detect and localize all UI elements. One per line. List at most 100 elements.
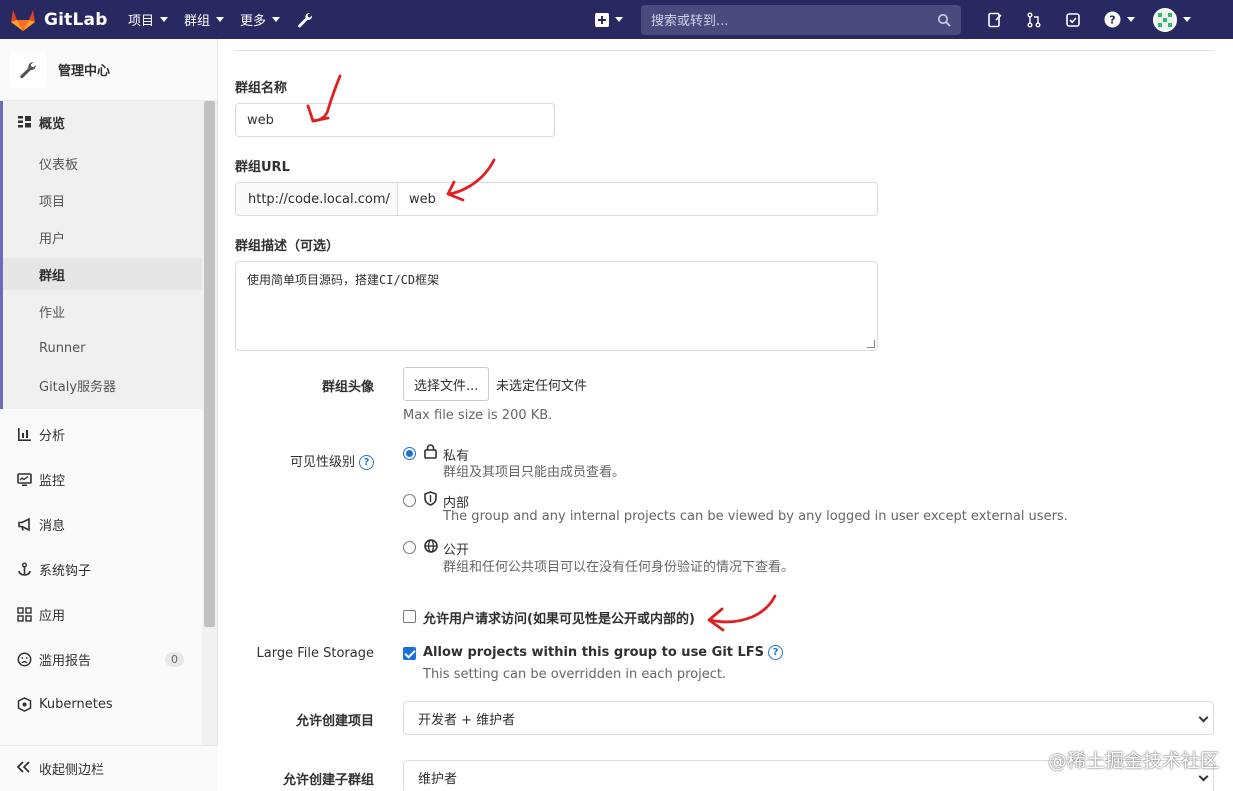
megaphone-icon xyxy=(16,516,32,532)
no-file-text: 未选定任何文件 xyxy=(496,379,588,394)
monitor-icon xyxy=(16,471,32,487)
nav-more-menu[interactable]: 更多 xyxy=(232,0,288,39)
visibility-internal-desc: The group and any internal projects can … xyxy=(443,509,1068,524)
visibility-private-radio[interactable] xyxy=(403,447,416,460)
sidebar-item-label: 监控 xyxy=(39,473,66,489)
description-text: 使用简单项目源码，搭建CI/CD框架 xyxy=(247,273,440,287)
visibility-public-radio[interactable] xyxy=(403,541,416,554)
lfs-check-label-wrap[interactable]: Allow projects within this group to use … xyxy=(423,645,784,660)
group-url-prefix: http://code.local.com/ xyxy=(235,182,398,216)
visibility-label: 可见性级别? xyxy=(214,451,374,470)
lfs-help-text: This setting can be overridden in each p… xyxy=(423,667,727,682)
nav-projects-menu[interactable]: 项目 xyxy=(120,0,176,39)
sidebar-item-analytics[interactable]: 分析 xyxy=(0,418,202,450)
sidebar-item-kubernetes[interactable]: Kubernetes xyxy=(0,688,202,720)
sidebar-item-users[interactable]: 用户 xyxy=(39,221,65,253)
resize-handle[interactable] xyxy=(867,340,875,348)
gitlab-logo-icon xyxy=(11,9,35,31)
max-file-size-text: Max file size is 200 KB. xyxy=(403,408,553,423)
sidebar-item-label: 应用 xyxy=(39,608,66,624)
create-subgroup-label: 允许创建子群组 xyxy=(282,773,374,788)
chart-icon xyxy=(16,426,32,442)
sidebar-item-abuse-reports[interactable]: 滥用报告 0 xyxy=(0,643,202,675)
user-menu[interactable] xyxy=(1152,7,1192,32)
watermark: @稀土掘金技术社区 xyxy=(1048,750,1220,772)
top-navbar: GitLab 项目 群组 更多 搜索或转到... ? xyxy=(0,0,1233,39)
request-access-checkbox[interactable] xyxy=(403,610,416,623)
group-url-input[interactable]: web xyxy=(397,182,878,216)
overview-icon xyxy=(16,114,32,130)
sidebar-title: 管理中心 xyxy=(58,64,111,79)
plus-icon xyxy=(595,12,609,27)
sidebar-item-overview[interactable]: 概览 xyxy=(0,106,202,138)
issues-check-icon[interactable] xyxy=(1063,10,1083,30)
choose-file-button[interactable]: 选择文件... xyxy=(403,367,490,401)
visibility-internal-radio[interactable] xyxy=(403,494,416,507)
collapse-sidebar-button[interactable]: 收起侧边栏 xyxy=(0,745,218,791)
help-icon[interactable]: ? xyxy=(768,645,784,660)
sidebar-item-dashboard[interactable]: 仪表板 xyxy=(39,147,78,179)
nav-projects-label: 项目 xyxy=(128,14,155,29)
gitlab-brand[interactable]: GitLab xyxy=(0,8,112,32)
sidebar-header[interactable]: 管理中心 xyxy=(0,39,217,101)
search-input[interactable]: 搜索或转到... xyxy=(641,4,961,35)
sidebar-item-label: 分析 xyxy=(39,428,66,444)
help-icon: ? xyxy=(1104,11,1120,28)
admin-wrench-icon[interactable] xyxy=(288,0,322,39)
todo-icon[interactable] xyxy=(985,10,1005,30)
double-chevron-left-icon xyxy=(16,760,31,777)
lfs-checkbox[interactable] xyxy=(403,647,416,660)
sidebar-item-jobs[interactable]: 作业 xyxy=(39,295,65,327)
sidebar-item-runner[interactable]: Runner xyxy=(39,332,86,364)
search-icon xyxy=(938,13,951,27)
chevron-down-icon xyxy=(160,17,169,22)
group-name-input[interactable]: web xyxy=(235,103,555,137)
globe-icon xyxy=(424,539,438,553)
nav-more-label: 更多 xyxy=(240,14,267,29)
request-access-label[interactable]: 允许用户请求访问(如果可见性是公开或内部的) xyxy=(423,608,695,627)
svg-text:?: ? xyxy=(1109,14,1115,27)
wrench-icon xyxy=(10,51,46,88)
chevron-down-icon xyxy=(1198,771,1209,782)
sidebar-scrollbar-thumb[interactable] xyxy=(204,101,215,627)
avatar xyxy=(1153,7,1177,32)
visibility-private-desc: 群组及其项目只能由成员查看。 xyxy=(443,465,626,480)
sidebar-item-applications[interactable]: 应用 xyxy=(0,598,202,630)
create-project-label: 允许创建项目 xyxy=(295,714,374,729)
description-label: 群组描述（可选） xyxy=(235,239,340,254)
description-textarea[interactable]: 使用简单项目源码，搭建CI/CD框架 xyxy=(235,261,878,351)
nav-groups-menu[interactable]: 群组 xyxy=(176,0,232,39)
create-project-select[interactable]: 开发者 + 维护者 xyxy=(403,701,1214,735)
help-menu[interactable]: ? xyxy=(1102,10,1136,30)
sidebar-item-label: 系统钩子 xyxy=(39,563,92,579)
create-subgroup-value: 维护者 xyxy=(418,771,458,787)
sidebar-item-label: Kubernetes xyxy=(39,696,113,712)
chevron-down-icon xyxy=(216,17,225,22)
help-icon[interactable]: ? xyxy=(359,455,374,470)
abuse-count-badge: 0 xyxy=(165,651,184,667)
kubernetes-icon xyxy=(16,696,32,712)
merge-request-icon[interactable] xyxy=(1024,10,1044,30)
group-name-label: 群组名称 xyxy=(235,81,288,96)
avatar-label: 群组头像 xyxy=(321,380,374,395)
hook-icon xyxy=(16,561,32,577)
nav-groups-label: 群组 xyxy=(184,14,211,29)
chevron-down-icon xyxy=(1183,17,1191,22)
group-edit-form: 群组名称 web 群组URL http://code.local.com/ we… xyxy=(218,39,1233,791)
new-item-dropdown[interactable] xyxy=(595,12,623,27)
sidebar-item-messages[interactable]: 消息 xyxy=(0,508,202,540)
visibility-label-text: 可见性级别 xyxy=(289,455,355,470)
visibility-public-desc: 群组和任何公共项目可以在没有任何身份验证的情况下查看。 xyxy=(443,560,795,575)
abuse-icon xyxy=(16,651,32,667)
sidebar-item-system-hooks[interactable]: 系统钩子 xyxy=(0,553,202,585)
sidebar-item-monitoring[interactable]: 监控 xyxy=(0,463,202,495)
chevron-down-icon xyxy=(1126,17,1135,22)
sidebar-item-groups[interactable]: 群组 xyxy=(3,258,202,290)
sidebar-overview-section xyxy=(0,101,202,409)
sidebar-item-gitaly[interactable]: Gitaly服务器 xyxy=(39,369,116,401)
sidebar-item-projects[interactable]: 项目 xyxy=(39,184,65,216)
sidebar-item-label: 概览 xyxy=(39,116,66,132)
lock-icon xyxy=(424,444,437,459)
lfs-check-label: Allow projects within this group to use … xyxy=(423,645,765,660)
grid-icon xyxy=(16,606,32,622)
